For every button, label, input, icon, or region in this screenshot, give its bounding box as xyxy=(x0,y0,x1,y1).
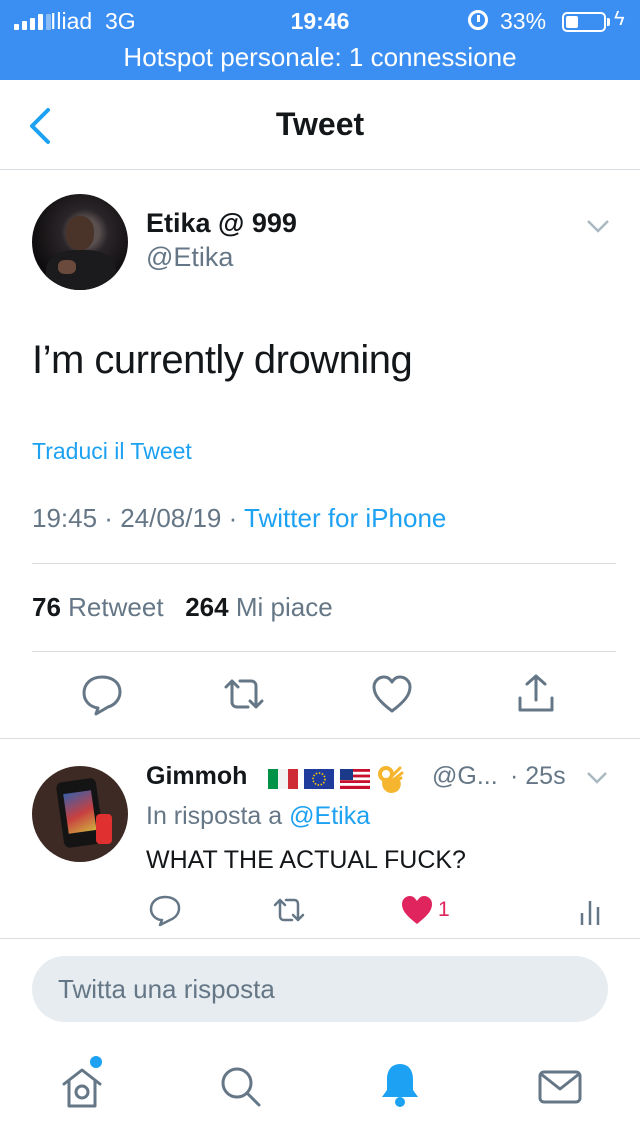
battery-level xyxy=(566,16,578,28)
alarm-icon xyxy=(468,10,488,30)
messages-icon[interactable] xyxy=(536,1062,584,1110)
reply-time: · 25s xyxy=(510,762,566,790)
eu-flag-icon xyxy=(304,769,334,789)
reply-compose-field[interactable]: Twitta una risposta xyxy=(32,956,608,1022)
divider xyxy=(0,938,640,939)
author-handle[interactable]: @Etika xyxy=(146,242,233,273)
name-emojis xyxy=(268,764,404,794)
compose-placeholder: Twitta una risposta xyxy=(58,974,275,1004)
tweet-meta: 19:45 · 24/08/19 · Twitter for iPhone xyxy=(32,503,447,533)
reply-icon[interactable] xyxy=(80,672,124,716)
ok-hand-emoji-icon xyxy=(378,766,404,793)
battery-icon xyxy=(562,12,606,32)
tweet-text: I’m currently drowning xyxy=(32,338,413,382)
reply-text: WHAT THE ACTUAL FUCK? xyxy=(146,846,466,874)
chevron-down-icon[interactable] xyxy=(586,770,608,784)
analytics-icon[interactable] xyxy=(576,893,610,927)
chevron-down-icon[interactable] xyxy=(586,218,610,234)
notifications-icon[interactable] xyxy=(376,1060,424,1108)
reply-avatar[interactable] xyxy=(32,766,128,862)
nav-bar: Tweet xyxy=(0,80,640,170)
reply-icon[interactable] xyxy=(148,893,182,927)
share-icon[interactable] xyxy=(514,672,558,716)
reply-like-count[interactable]: 1 xyxy=(438,898,450,922)
reply-handle[interactable]: @G... xyxy=(432,762,498,791)
likes-label[interactable]: Mi piace xyxy=(236,592,333,622)
tweet-time: 19:45 xyxy=(32,503,98,533)
hotspot-banner[interactable]: Hotspot personale: 1 connessione xyxy=(0,42,640,73)
usa-flag-icon xyxy=(340,769,370,789)
tweet-source[interactable]: Twitter for iPhone xyxy=(244,503,446,533)
search-icon[interactable] xyxy=(216,1062,264,1110)
charging-icon: ϟ xyxy=(614,8,625,30)
page-title: Tweet xyxy=(275,106,365,142)
tweet-stats: 76 Retweet 264 Mi piace xyxy=(32,592,333,623)
divider xyxy=(32,563,616,564)
like-icon[interactable] xyxy=(370,672,414,716)
reply-author-name[interactable]: Gimmoh xyxy=(146,762,247,791)
italy-flag-icon xyxy=(268,769,298,789)
retweet-label[interactable]: Retweet xyxy=(68,592,163,622)
retweet-icon[interactable] xyxy=(272,893,306,927)
divider xyxy=(32,651,616,652)
status-bar: Iliad 3G 19:46 33% ϟ Hotspot personale: … xyxy=(0,0,640,80)
home-icon[interactable] xyxy=(58,1064,106,1112)
tweet-date: 24/08/19 xyxy=(120,503,222,533)
author-name[interactable]: Etika @ 999 xyxy=(146,208,297,239)
translate-link[interactable]: Traduci il Tweet xyxy=(32,438,192,465)
reply-mention[interactable]: @Etika xyxy=(289,802,370,830)
reply-context: In risposta a @Etika xyxy=(146,802,371,830)
liked-heart-icon[interactable] xyxy=(400,893,434,927)
retweet-count[interactable]: 76 xyxy=(32,592,61,622)
retweet-icon[interactable] xyxy=(222,672,266,716)
likes-count[interactable]: 264 xyxy=(185,592,228,622)
new-tweets-dot xyxy=(90,1056,102,1068)
battery-nub xyxy=(607,18,610,26)
battery-percent: 33% xyxy=(500,8,547,34)
avatar[interactable] xyxy=(32,194,128,290)
divider xyxy=(0,738,640,739)
